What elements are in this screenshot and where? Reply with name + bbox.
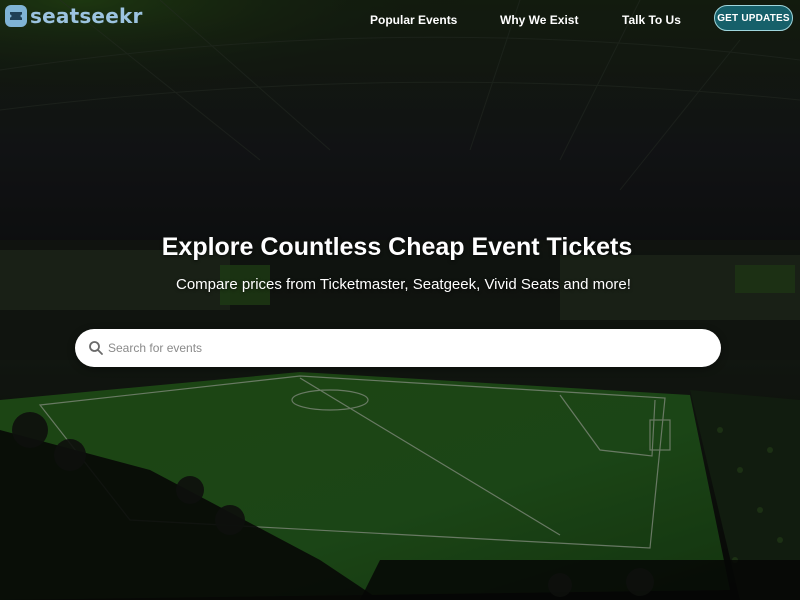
background-dim-overlay: [0, 0, 800, 600]
hero-title: Explore Countless Cheap Event Tickets: [0, 233, 800, 262]
hero-title-text: Explore Countless Cheap Event Tickets: [161, 233, 633, 261]
ticket-icon: [5, 5, 27, 27]
top-navigation-bar: seatseekr Popular Events Why We Exist Ta…: [0, 0, 800, 38]
brand-name: seatseekr: [30, 4, 143, 28]
search-input[interactable]: [108, 341, 688, 355]
search-icon: [89, 341, 103, 355]
nav-link-talk-to-us[interactable]: Talk To Us: [622, 13, 681, 27]
hero-subtitle: Compare prices from Ticketmaster, Seatge…: [176, 276, 631, 293]
nav-link-why-we-exist[interactable]: Why We Exist: [500, 13, 578, 27]
brand-logo[interactable]: seatseekr: [5, 4, 143, 28]
search-bar[interactable]: [75, 329, 721, 367]
nav-link-popular-events[interactable]: Popular Events: [370, 13, 457, 27]
get-updates-button[interactable]: GET UPDATES: [714, 5, 793, 31]
